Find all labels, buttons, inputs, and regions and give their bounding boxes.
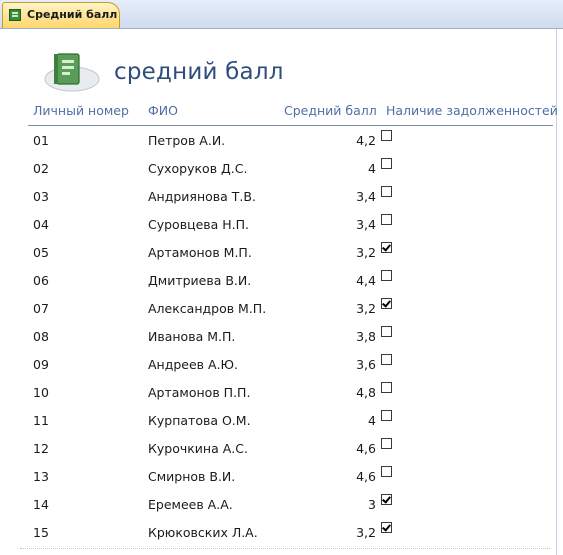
cell-fio: Петров А.И.	[148, 133, 226, 148]
cell-lichnyj-nomer: 06	[33, 273, 49, 288]
document-tab-bar: Средний балл	[0, 0, 563, 29]
cell-lichnyj-nomer: 14	[33, 497, 49, 512]
table-row: 06 Дмитриева В.И. 4,4	[0, 270, 556, 301]
header-lichnyj-nomer: Личный номер	[33, 103, 129, 118]
cell-lichnyj-nomer: 02	[33, 161, 49, 176]
cell-fio: Андреев А.Ю.	[148, 357, 239, 372]
table-row: 03 Андриянова Т.В. 3,4	[0, 186, 556, 217]
debt-checkbox[interactable]	[381, 130, 392, 141]
header-divider	[28, 125, 553, 126]
debt-checkbox[interactable]	[381, 186, 392, 197]
debt-checkbox[interactable]	[381, 270, 392, 281]
cell-srednij-ball: 3,2	[356, 301, 376, 316]
cell-lichnyj-nomer: 05	[33, 245, 49, 260]
cell-fio: Сухоруков Д.С.	[148, 161, 248, 176]
cell-fio: Артамонов П.П.	[148, 385, 251, 400]
table-row: 07 Александров М.П. 3,2	[0, 298, 556, 329]
cell-srednij-ball: 3,6	[356, 357, 376, 372]
debt-checkbox[interactable]	[381, 438, 392, 449]
debt-checkbox[interactable]	[381, 410, 392, 421]
cell-fio: Крюковских Л.А.	[148, 525, 258, 540]
cell-lichnyj-nomer: 09	[33, 357, 49, 372]
table-row: 04 Суровцева Н.П. 3,4	[0, 214, 556, 245]
cell-lichnyj-nomer: 11	[33, 413, 49, 428]
table-row: 09 Андреев А.Ю. 3,6	[0, 354, 556, 385]
cell-fio: Артамонов М.П.	[148, 245, 252, 260]
page-bottom-divider	[20, 548, 550, 550]
debt-checkbox[interactable]	[381, 494, 392, 505]
cell-fio: Дмитриева В.И.	[148, 273, 252, 288]
cell-fio: Андриянова Т.В.	[148, 189, 256, 204]
cell-srednij-ball: 4,6	[356, 469, 376, 484]
table-row: 01 Петров А.И. 4,2	[0, 130, 556, 161]
cell-srednij-ball: 4	[368, 161, 376, 176]
cell-lichnyj-nomer: 12	[33, 441, 49, 456]
cell-srednij-ball: 4	[368, 413, 376, 428]
table-row: 08 Иванова М.П. 3,8	[0, 326, 556, 357]
debt-checkbox[interactable]	[381, 242, 392, 253]
debt-checkbox[interactable]	[381, 466, 392, 477]
cell-srednij-ball: 3,8	[356, 329, 376, 344]
report-icon	[9, 9, 21, 21]
cell-fio: Александров М.П.	[148, 301, 267, 316]
table-row: 14 Еремеев А.А. 3	[0, 494, 556, 525]
cell-fio: Еремеев А.А.	[148, 497, 233, 512]
cell-fio: Курпатова О.М.	[148, 413, 251, 428]
cell-fio: Курочкина А.С.	[148, 441, 248, 456]
cell-lichnyj-nomer: 07	[33, 301, 49, 316]
table-row: 05 Артамонов М.П. 3,2	[0, 242, 556, 273]
cell-fio: Суровцева Н.П.	[148, 217, 250, 232]
cell-fio: Смирнов В.И.	[148, 469, 236, 484]
table-row: 11 Курпатова О.М. 4	[0, 410, 556, 441]
cell-lichnyj-nomer: 13	[33, 469, 49, 484]
debt-checkbox[interactable]	[381, 326, 392, 337]
cell-lichnyj-nomer: 15	[33, 525, 49, 540]
cell-srednij-ball: 3,4	[356, 189, 376, 204]
cell-srednij-ball: 3	[368, 497, 376, 512]
debt-checkbox[interactable]	[381, 214, 392, 225]
table-row: 10 Артамонов П.П. 4,8	[0, 382, 556, 413]
header-fio: ФИО	[148, 103, 178, 118]
header-zadolzhennosti: Наличие задолженностей	[386, 103, 558, 118]
table-row: 02 Сухоруков Д.С. 4	[0, 158, 556, 189]
cell-lichnyj-nomer: 03	[33, 189, 49, 204]
header-srednij-ball: Средний балл	[284, 103, 377, 118]
cell-lichnyj-nomer: 08	[33, 329, 49, 344]
debt-checkbox[interactable]	[381, 522, 392, 533]
notebook-logo-icon	[44, 53, 100, 92]
debt-checkbox[interactable]	[381, 298, 392, 309]
cell-srednij-ball: 4,4	[356, 273, 376, 288]
cell-lichnyj-nomer: 04	[33, 217, 49, 232]
cell-lichnyj-nomer: 01	[33, 133, 49, 148]
cell-srednij-ball: 4,2	[356, 133, 376, 148]
cell-fio: Иванова М.П.	[148, 329, 236, 344]
tab-label: Средний балл	[27, 8, 118, 21]
report-title: средний балл	[114, 59, 284, 85]
cell-srednij-ball: 4,8	[356, 385, 376, 400]
debt-checkbox[interactable]	[381, 158, 392, 169]
cell-srednij-ball: 3,4	[356, 217, 376, 232]
table-row: 13 Смирнов В.И. 4,6	[0, 466, 556, 497]
debt-checkbox[interactable]	[381, 354, 392, 365]
table-row: 12 Курочкина А.С. 4,6	[0, 438, 556, 469]
debt-checkbox[interactable]	[381, 382, 392, 393]
cell-lichnyj-nomer: 10	[33, 385, 49, 400]
tab-srednij-ball[interactable]: Средний балл	[2, 2, 120, 28]
cell-srednij-ball: 3,2	[356, 245, 376, 260]
cell-srednij-ball: 4,6	[356, 441, 376, 456]
cell-srednij-ball: 3,2	[356, 525, 376, 540]
